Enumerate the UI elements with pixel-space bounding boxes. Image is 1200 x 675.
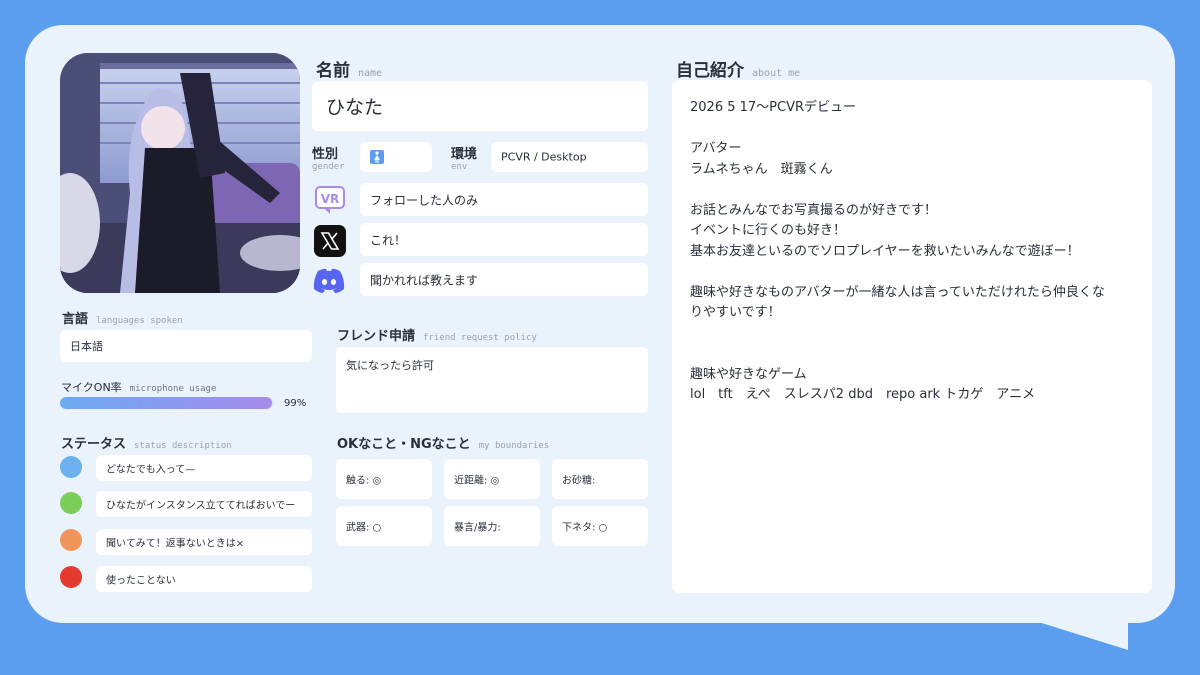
status-item-text: 使ったことない <box>106 575 176 587</box>
x-field[interactable]: これ！ <box>360 223 648 256</box>
status-dot-red <box>60 566 82 588</box>
discord-icon <box>312 264 346 298</box>
gender-heading: 性別 gender <box>312 147 345 172</box>
about-text: 2026 5 17〜PCVRデビュー アバター ラムネちゃん 斑霧くん お話とみ… <box>690 100 1105 402</box>
gender-field[interactable] <box>360 142 432 172</box>
status-item[interactable]: 使ったことない <box>96 566 312 592</box>
status-item[interactable]: 聞いてみて！返事ないときは× <box>96 529 312 555</box>
env-heading: 環境 env <box>451 147 478 172</box>
mic-progress-bar <box>60 397 274 409</box>
status-dot-orange <box>60 529 82 551</box>
about-heading: 自己紹介 about me <box>676 61 801 81</box>
friend-field[interactable]: 気になったら許可 <box>336 347 648 413</box>
boundary-item[interactable]: 武器: ○ <box>336 506 432 546</box>
status-item-text: ひなたがインスタンス立ててればおいでー <box>106 500 296 512</box>
boundary-item[interactable]: 近距離: ◎ <box>444 459 540 499</box>
boundary-item[interactable]: 下ネタ: ○ <box>552 506 648 546</box>
env-field[interactable]: PCVR / Desktop <box>491 142 648 172</box>
boundary-item[interactable]: お砂糖: <box>552 459 648 499</box>
friend-heading: フレンド申請 friend request policy <box>337 329 537 344</box>
boundary-text: 近距離: ◎ <box>454 475 500 487</box>
friend-value: 気になったら許可 <box>346 359 434 372</box>
boundaries-heading: OKなこと・NGなこと my boundaries <box>337 437 550 452</box>
discord-value: 聞かれれば教えます <box>370 273 479 287</box>
x-value: これ！ <box>370 233 407 247</box>
name-value: ひなた <box>326 96 384 119</box>
mic-heading: マイクON率 microphone usage <box>61 381 217 394</box>
boundary-text: お砂糖: <box>562 475 596 487</box>
boundary-text: 武器: ○ <box>346 522 382 534</box>
languages-field[interactable]: 日本語 <box>60 330 312 362</box>
status-dot-blue <box>60 456 82 478</box>
boundary-text: 暴言/暴力: <box>454 522 501 534</box>
env-value: PCVR / Desktop <box>501 150 587 164</box>
name-heading: 名前 name <box>316 61 383 81</box>
boundary-text: 触る: ◎ <box>346 475 382 487</box>
vr-value: フォローした人のみ <box>370 193 479 207</box>
boundary-text: 下ネタ: ○ <box>562 522 608 534</box>
mic-percent: 99% <box>284 398 307 409</box>
female-restroom-icon <box>370 150 384 164</box>
svg-text:VR: VR <box>321 192 340 206</box>
name-field[interactable]: ひなた <box>312 81 648 131</box>
status-heading: ステータス status description <box>61 437 232 452</box>
languages-value: 日本語 <box>70 340 103 353</box>
status-item[interactable]: ひなたがインスタンス立ててればおいでー <box>96 491 312 517</box>
discord-field[interactable]: 聞かれれば教えます <box>360 263 648 296</box>
languages-heading: 言語 languages spoken <box>62 312 183 327</box>
vr-icon: VR <box>313 183 347 217</box>
boundary-item[interactable]: 暴言/暴力: <box>444 506 540 546</box>
x-logo-icon <box>313 224 347 258</box>
status-item[interactable]: どなたでも入って— <box>96 455 312 481</box>
avatar-image <box>60 53 300 293</box>
status-dot-green <box>60 492 82 514</box>
status-item-text: 聞いてみて！返事ないときは× <box>106 538 245 550</box>
vr-field[interactable]: フォローした人のみ <box>360 183 648 216</box>
about-field[interactable]: 2026 5 17〜PCVRデビュー アバター ラムネちゃん 斑霧くん お話とみ… <box>672 80 1152 593</box>
status-item-text: どなたでも入って— <box>106 464 196 476</box>
boundary-item[interactable]: 触る: ◎ <box>336 459 432 499</box>
mic-progress-fill <box>60 397 272 409</box>
